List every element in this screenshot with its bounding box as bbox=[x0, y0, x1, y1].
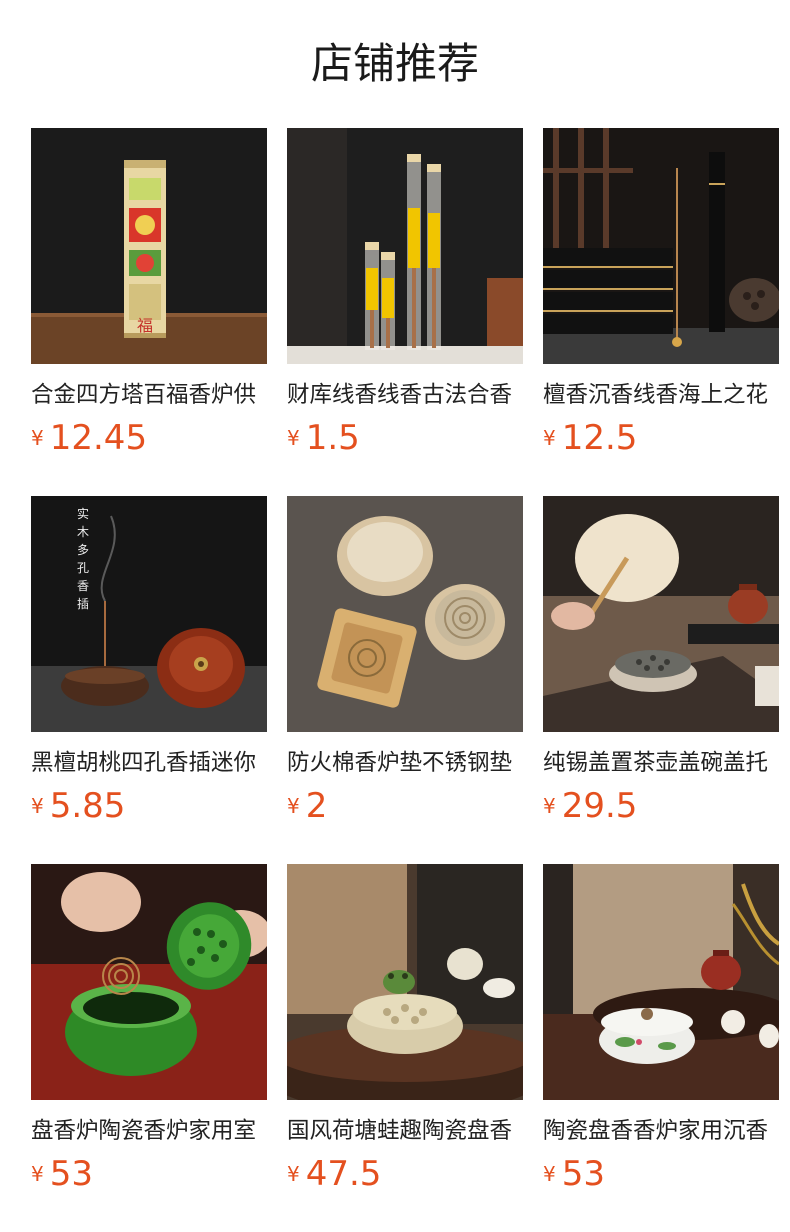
product-price: ¥12.45 bbox=[31, 416, 147, 460]
currency-symbol: ¥ bbox=[287, 1162, 300, 1186]
currency-symbol: ¥ bbox=[543, 1162, 556, 1186]
svg-text:多: 多 bbox=[77, 543, 89, 557]
currency-symbol: ¥ bbox=[287, 794, 300, 818]
price-value: 12.45 bbox=[49, 418, 148, 458]
product-name[interactable]: 陶瓷盘香香炉家用沉香 bbox=[543, 1113, 779, 1149]
product-image[interactable] bbox=[287, 864, 523, 1100]
product-card[interactable]: 防火棉香炉垫不锈钢垫 ¥2 bbox=[287, 496, 523, 836]
currency-symbol: ¥ bbox=[31, 1162, 44, 1186]
product-price: ¥1.5 bbox=[287, 416, 360, 460]
product-image[interactable] bbox=[543, 128, 779, 364]
price-value: 53 bbox=[49, 1154, 93, 1194]
product-name[interactable]: 黑檀胡桃四孔香插迷你 bbox=[31, 745, 267, 781]
currency-symbol: ¥ bbox=[543, 794, 556, 818]
product-price: ¥47.5 bbox=[287, 1152, 381, 1196]
product-name[interactable]: 国风荷塘蛙趣陶瓷盘香 bbox=[287, 1113, 523, 1149]
product-image[interactable] bbox=[287, 496, 523, 732]
section-title: 店铺推荐 bbox=[310, 39, 479, 88]
product-card[interactable]: 陶瓷盘香香炉家用沉香 ¥53 bbox=[543, 864, 779, 1204]
product-image[interactable] bbox=[543, 864, 779, 1100]
product-image[interactable]: 实 木 多 孔 香 插 bbox=[31, 496, 267, 732]
product-price: ¥53 bbox=[31, 1152, 93, 1196]
price-value: 47.5 bbox=[305, 1154, 382, 1194]
svg-text:香: 香 bbox=[77, 579, 89, 593]
price-value: 5.85 bbox=[49, 786, 126, 826]
product-name[interactable]: 财库线香线香古法合香 bbox=[287, 377, 523, 413]
product-card[interactable]: 檀香沉香线香海上之花 ¥12.5 bbox=[543, 128, 779, 468]
product-price: ¥12.5 bbox=[543, 416, 637, 460]
product-price: ¥5.85 bbox=[31, 784, 125, 828]
product-image[interactable] bbox=[543, 496, 779, 732]
product-card[interactable]: 财库线香线香古法合香 ¥1.5 bbox=[287, 128, 523, 468]
product-image[interactable] bbox=[287, 128, 523, 364]
currency-symbol: ¥ bbox=[287, 426, 300, 450]
svg-text:孔: 孔 bbox=[77, 561, 89, 575]
currency-symbol: ¥ bbox=[31, 426, 44, 450]
price-value: 2 bbox=[305, 786, 328, 826]
svg-text:实: 实 bbox=[77, 506, 89, 521]
product-image[interactable]: 福 bbox=[31, 128, 267, 364]
product-price: ¥2 bbox=[287, 784, 327, 828]
product-name[interactable]: 盘香炉陶瓷香炉家用室 bbox=[31, 1113, 267, 1149]
product-card[interactable]: 福 合金四方塔百福香炉供 ¥12.45 bbox=[31, 128, 267, 468]
product-card[interactable]: 实 木 多 孔 香 插 黑檀胡桃四孔香插迷你 ¥5.85 bbox=[31, 496, 267, 836]
product-card[interactable]: 盘香炉陶瓷香炉家用室 ¥53 bbox=[31, 864, 267, 1204]
product-name[interactable]: 纯锡盖置茶壶盖碗盖托 bbox=[543, 745, 779, 781]
product-price: ¥53 bbox=[543, 1152, 605, 1196]
product-price: ¥29.5 bbox=[543, 784, 637, 828]
product-card[interactable]: 纯锡盖置茶壶盖碗盖托 ¥29.5 bbox=[543, 496, 779, 836]
product-name[interactable]: 檀香沉香线香海上之花 bbox=[543, 377, 779, 413]
price-value: 29.5 bbox=[561, 786, 638, 826]
svg-text:插: 插 bbox=[77, 597, 89, 611]
product-image[interactable] bbox=[31, 864, 267, 1100]
product-name[interactable]: 防火棉香炉垫不锈钢垫 bbox=[287, 745, 523, 781]
svg-text:福: 福 bbox=[137, 316, 153, 335]
svg-text:木: 木 bbox=[77, 525, 89, 539]
currency-symbol: ¥ bbox=[543, 426, 556, 450]
price-value: 12.5 bbox=[561, 418, 638, 458]
product-name[interactable]: 合金四方塔百福香炉供 bbox=[31, 377, 267, 413]
price-value: 53 bbox=[561, 1154, 605, 1194]
product-card[interactable]: 国风荷塘蛙趣陶瓷盘香 ¥47.5 bbox=[287, 864, 523, 1204]
currency-symbol: ¥ bbox=[31, 794, 44, 818]
price-value: 1.5 bbox=[305, 418, 360, 458]
